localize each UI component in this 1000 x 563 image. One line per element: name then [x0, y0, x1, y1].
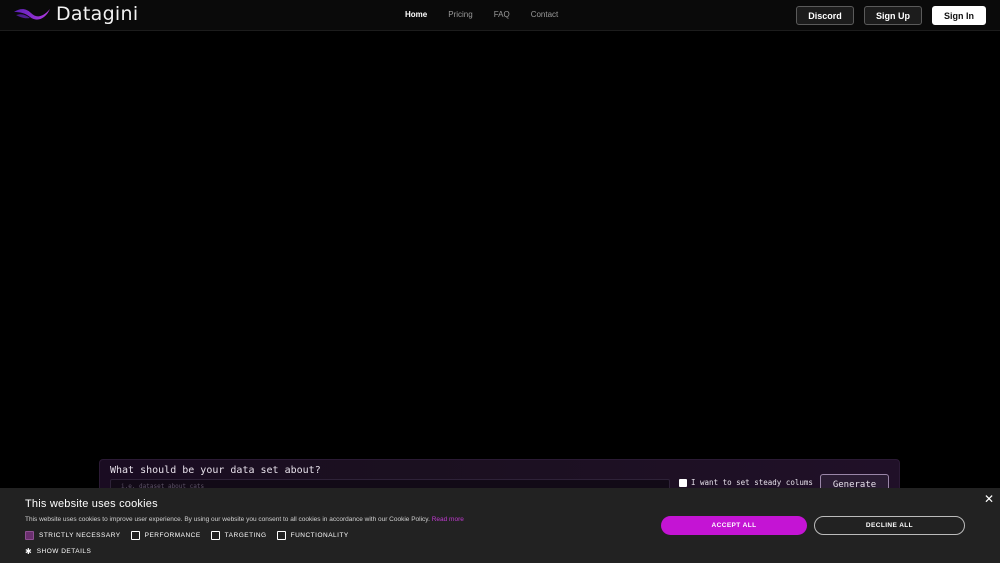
cookie-category-label: PERFORMANCE [144, 532, 201, 539]
cookie-category-label: TARGETING [224, 532, 267, 539]
show-details-toggle[interactable]: ✱ SHOW DETAILS [25, 547, 91, 556]
nav-home[interactable]: Home [405, 10, 427, 19]
cookie-categories: STRICTLY NECESSARY PERFORMANCE TARGETING… [25, 531, 359, 540]
decline-all-button[interactable]: DECLINE ALL [814, 516, 965, 535]
cookie-description-text: This website uses cookies to improve use… [25, 516, 430, 523]
prompt-title: What should be your data set about? [110, 465, 321, 476]
sign-up-button[interactable]: Sign Up [864, 6, 922, 25]
cookie-category-targeting[interactable]: TARGETING [210, 531, 267, 540]
show-details-label: SHOW DETAILS [36, 548, 92, 555]
brand-logo[interactable]: Datagini [12, 3, 138, 25]
cookie-title: This website uses cookies [25, 498, 158, 510]
accept-all-button[interactable]: ACCEPT ALL [661, 516, 807, 535]
site-header: Datagini Home Pricing FAQ Contact Discor… [0, 0, 1000, 31]
close-icon[interactable]: ✕ [984, 492, 994, 506]
steady-columns-option[interactable]: I want to set steady colums [679, 478, 813, 487]
main-nav: Home Pricing FAQ Contact [405, 10, 579, 19]
cookie-category-label: FUNCTIONALITY [290, 532, 349, 539]
purple-wave-logo-icon [14, 9, 50, 20]
brand-name: Datagini [56, 3, 139, 25]
nav-faq[interactable]: FAQ [494, 10, 510, 19]
cookie-category-performance[interactable]: PERFORMANCE [130, 531, 201, 540]
steady-columns-label: I want to set steady colums [691, 478, 813, 487]
cookie-banner: This website uses cookies This website u… [0, 488, 1000, 563]
gear-icon: ✱ [25, 547, 32, 556]
read-more-link[interactable]: Read more [432, 516, 464, 523]
steady-columns-checkbox[interactable] [679, 478, 687, 487]
cookie-category-functionality[interactable]: FUNCTIONALITY [276, 531, 349, 540]
functionality-checkbox[interactable] [276, 531, 286, 540]
sign-in-button[interactable]: Sign In [932, 6, 986, 25]
cookie-category-label: STRICTLY NECESSARY [39, 532, 121, 539]
targeting-checkbox[interactable] [210, 531, 220, 540]
cookie-description: This website uses cookies to improve use… [25, 516, 464, 523]
performance-checkbox[interactable] [130, 531, 140, 540]
nav-contact[interactable]: Contact [531, 10, 559, 19]
strictly-necessary-checkbox[interactable] [25, 531, 34, 540]
nav-pricing[interactable]: Pricing [448, 10, 472, 19]
cookie-category-strictly-necessary[interactable]: STRICTLY NECESSARY [25, 531, 121, 540]
discord-button[interactable]: Discord [796, 6, 854, 25]
